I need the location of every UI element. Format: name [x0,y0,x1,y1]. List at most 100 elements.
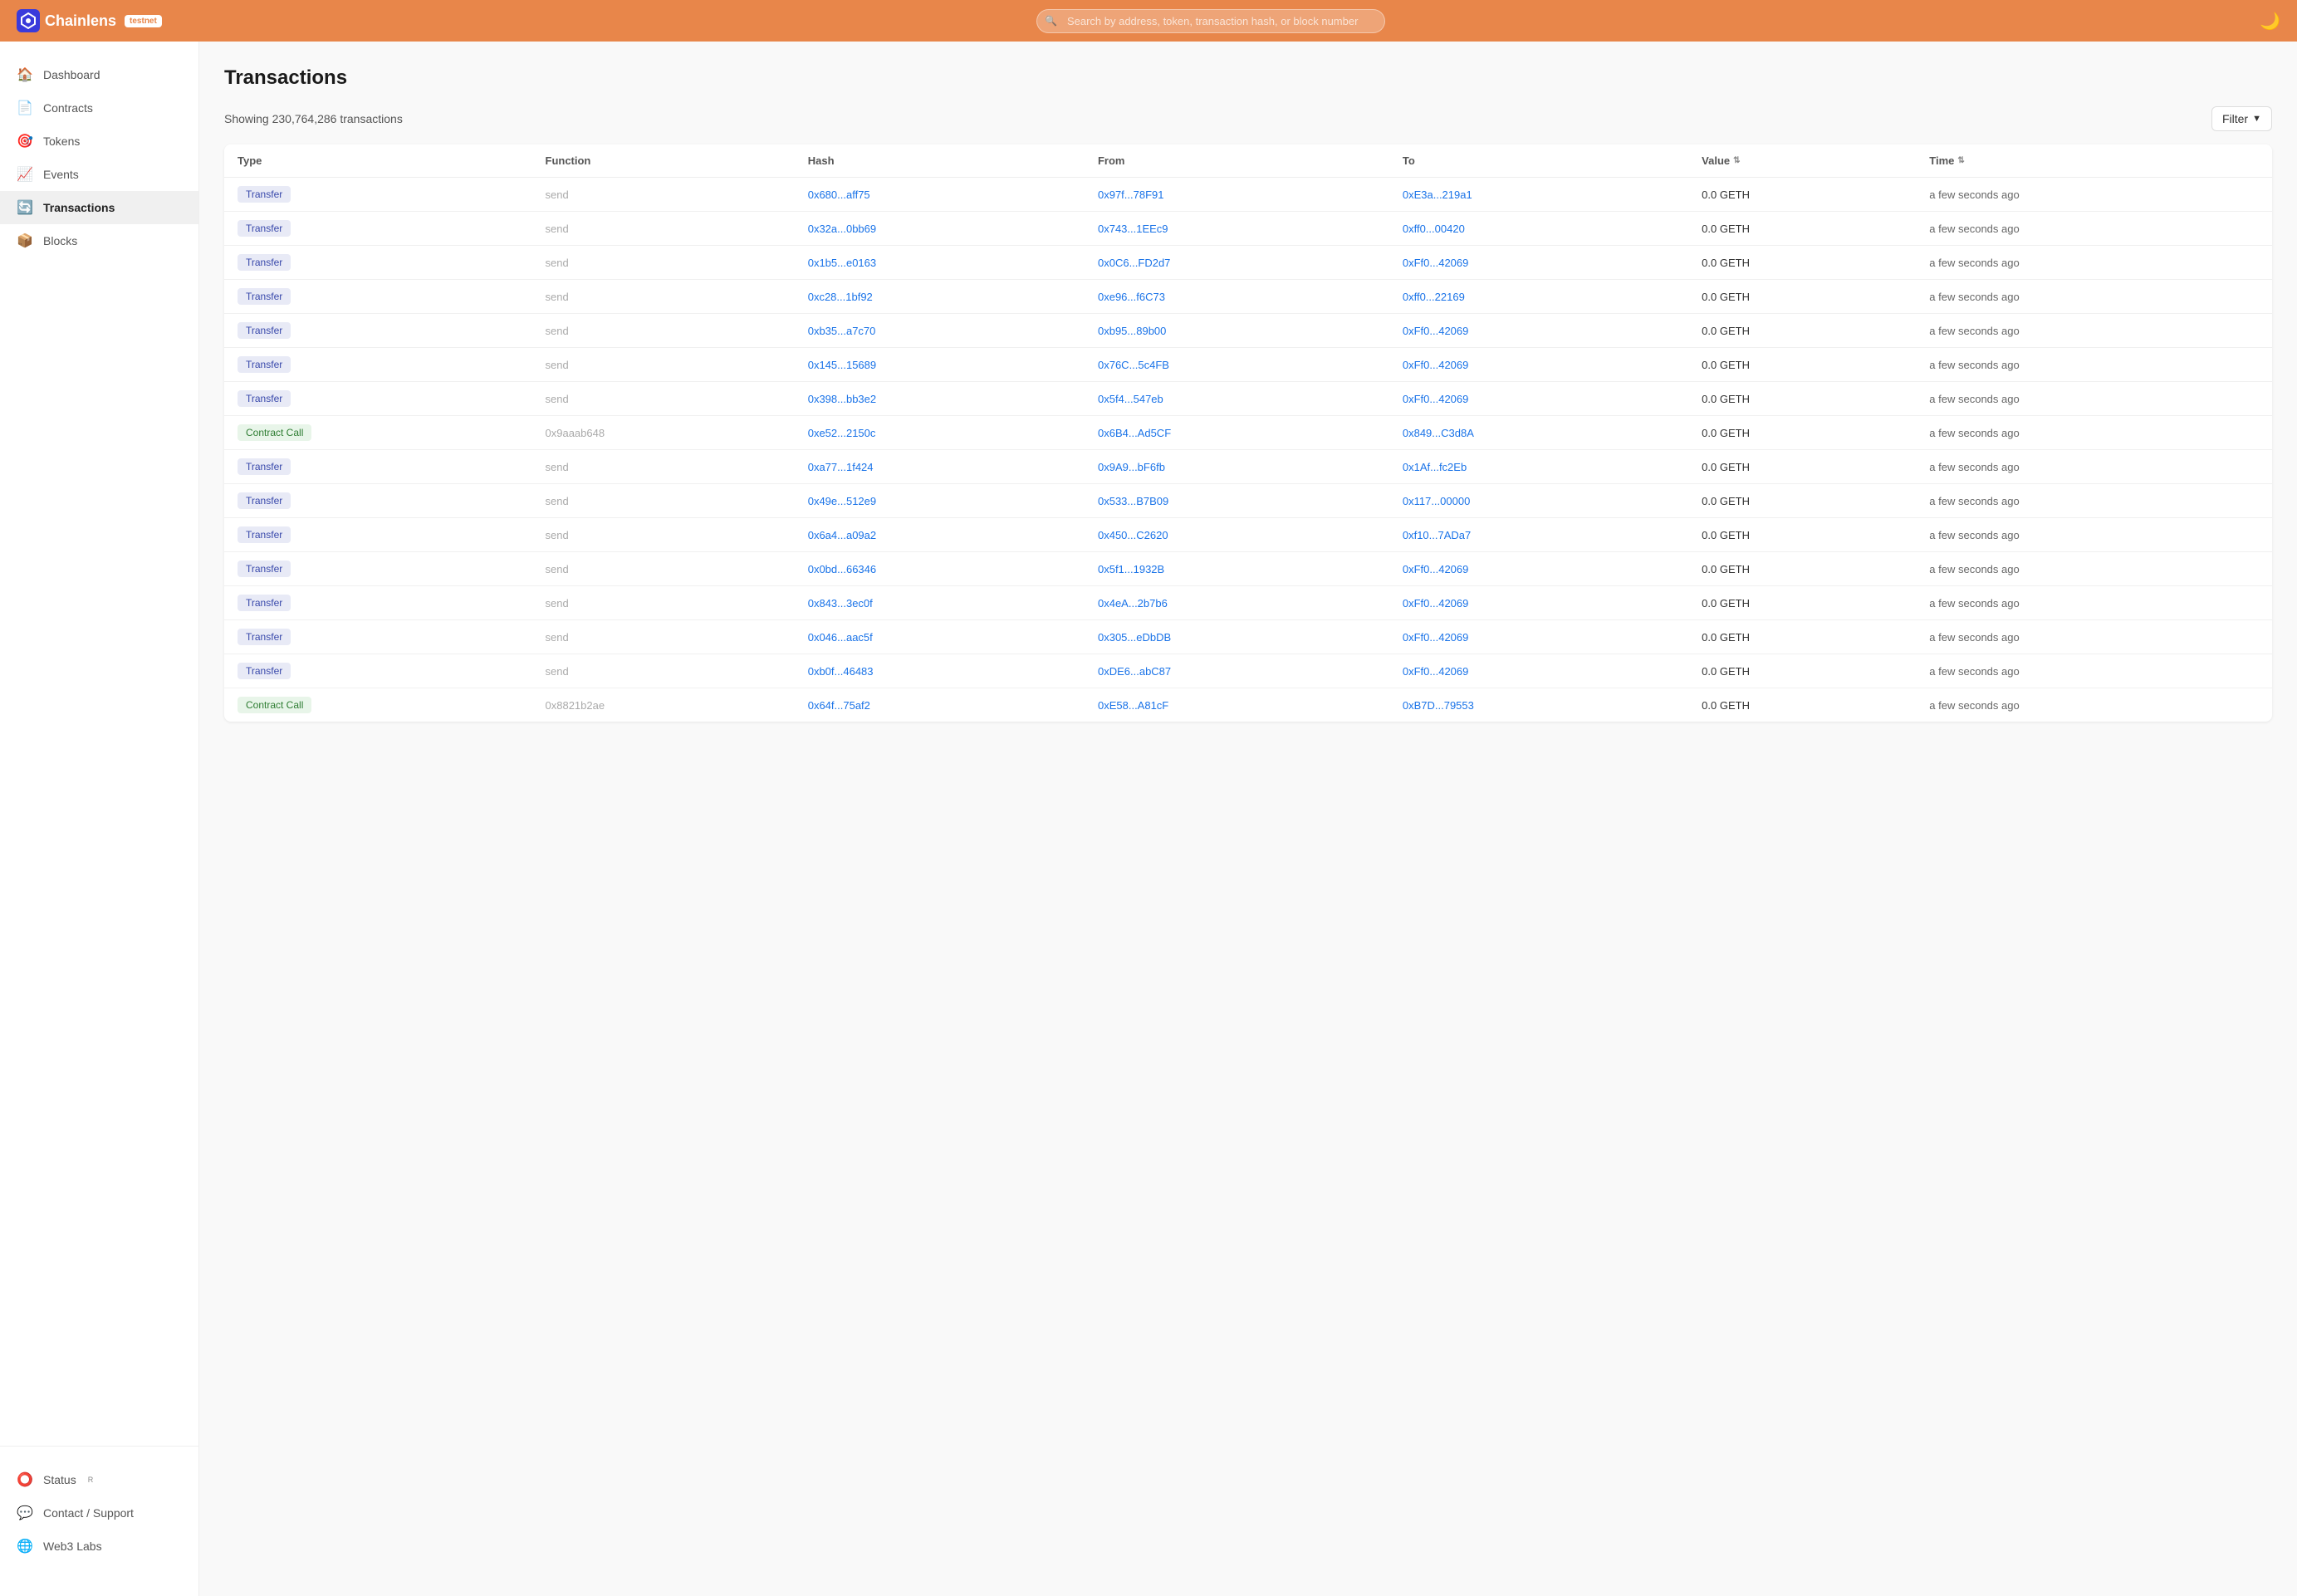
to-link[interactable]: 0xFf0...42069 [1403,665,1469,678]
hash-cell[interactable]: 0x32a...0bb69 [795,212,1085,246]
hash-cell[interactable]: 0x49e...512e9 [795,484,1085,518]
hash-link[interactable]: 0x680...aff75 [808,188,870,201]
hash-link[interactable]: 0x843...3ec0f [808,597,873,610]
moon-icon[interactable]: 🌙 [2260,11,2280,32]
from-cell[interactable]: 0xE58...A81cF [1085,688,1389,722]
from-link[interactable]: 0x743...1EEc9 [1098,223,1168,235]
from-link[interactable]: 0x76C...5c4FB [1098,359,1169,371]
logo[interactable]: Chainlens [17,9,116,32]
hash-cell[interactable]: 0xe52...2150c [795,416,1085,450]
to-link[interactable]: 0xE3a...219a1 [1403,188,1472,201]
hash-link[interactable]: 0xe52...2150c [808,427,876,439]
to-cell[interactable]: 0xFf0...42069 [1389,314,1688,348]
from-link[interactable]: 0x5f1...1932B [1098,563,1164,575]
to-link[interactable]: 0xB7D...79553 [1403,699,1474,712]
from-link[interactable]: 0x533...B7B09 [1098,495,1168,507]
hash-link[interactable]: 0x145...15689 [808,359,876,371]
from-cell[interactable]: 0x97f...78F91 [1085,178,1389,212]
sidebar-item-web3labs[interactable]: 🌐 Web3 Labs [0,1530,198,1563]
from-cell[interactable]: 0x6B4...Ad5CF [1085,416,1389,450]
from-cell[interactable]: 0x743...1EEc9 [1085,212,1389,246]
sidebar-item-tokens[interactable]: 🎯 Tokens [0,125,198,158]
from-cell[interactable]: 0x0C6...FD2d7 [1085,246,1389,280]
to-link[interactable]: 0xFf0...42069 [1403,325,1469,337]
hash-cell[interactable]: 0xc28...1bf92 [795,280,1085,314]
hash-cell[interactable]: 0x843...3ec0f [795,586,1085,620]
from-link[interactable]: 0x305...eDbDB [1098,631,1171,644]
hash-cell[interactable]: 0xb0f...46483 [795,654,1085,688]
from-link[interactable]: 0x97f...78F91 [1098,188,1164,201]
from-cell[interactable]: 0x450...C2620 [1085,518,1389,552]
hash-link[interactable]: 0x046...aac5f [808,631,873,644]
hash-cell[interactable]: 0x1b5...e0163 [795,246,1085,280]
to-cell[interactable]: 0xf10...7ADa7 [1389,518,1688,552]
to-cell[interactable]: 0xFf0...42069 [1389,586,1688,620]
hash-link[interactable]: 0x6a4...a09a2 [808,529,876,541]
hash-link[interactable]: 0xb35...a7c70 [808,325,876,337]
to-link[interactable]: 0xFf0...42069 [1403,359,1469,371]
to-link[interactable]: 0xf10...7ADa7 [1403,529,1471,541]
hash-link[interactable]: 0x64f...75af2 [808,699,870,712]
from-link[interactable]: 0xe96...f6C73 [1098,291,1165,303]
from-cell[interactable]: 0xe96...f6C73 [1085,280,1389,314]
sidebar-item-blocks[interactable]: 📦 Blocks [0,224,198,257]
from-link[interactable]: 0x4eA...2b7b6 [1098,597,1168,610]
to-cell[interactable]: 0xFf0...42069 [1389,382,1688,416]
to-link[interactable]: 0xFf0...42069 [1403,257,1469,269]
sidebar-item-contact[interactable]: 💬 Contact / Support [0,1496,198,1530]
to-cell[interactable]: 0xFf0...42069 [1389,654,1688,688]
to-link[interactable]: 0xFf0...42069 [1403,563,1469,575]
hash-cell[interactable]: 0xb35...a7c70 [795,314,1085,348]
sidebar-item-contracts[interactable]: 📄 Contracts [0,91,198,125]
from-cell[interactable]: 0xDE6...abC87 [1085,654,1389,688]
to-cell[interactable]: 0xFf0...42069 [1389,552,1688,586]
hash-cell[interactable]: 0x6a4...a09a2 [795,518,1085,552]
from-cell[interactable]: 0x76C...5c4FB [1085,348,1389,382]
to-link[interactable]: 0x117...00000 [1403,495,1470,507]
hash-link[interactable]: 0x0bd...66346 [808,563,876,575]
to-cell[interactable]: 0xFf0...42069 [1389,246,1688,280]
to-cell[interactable]: 0x849...C3d8A [1389,416,1688,450]
to-link[interactable]: 0xff0...00420 [1403,223,1465,235]
sidebar-item-status[interactable]: ⭕ Status R [0,1463,198,1496]
from-cell[interactable]: 0x4eA...2b7b6 [1085,586,1389,620]
to-cell[interactable]: 0xE3a...219a1 [1389,178,1688,212]
search-input[interactable] [1036,9,1385,33]
hash-link[interactable]: 0x398...bb3e2 [808,393,876,405]
to-cell[interactable]: 0xFf0...42069 [1389,620,1688,654]
from-link[interactable]: 0x450...C2620 [1098,529,1168,541]
hash-link[interactable]: 0x1b5...e0163 [808,257,876,269]
hash-link[interactable]: 0x49e...512e9 [808,495,876,507]
from-cell[interactable]: 0xb95...89b00 [1085,314,1389,348]
from-link[interactable]: 0x0C6...FD2d7 [1098,257,1170,269]
hash-link[interactable]: 0x32a...0bb69 [808,223,876,235]
col-value[interactable]: Value ⇅ [1688,144,1916,178]
to-link[interactable]: 0xFf0...42069 [1403,393,1469,405]
from-cell[interactable]: 0x533...B7B09 [1085,484,1389,518]
hash-cell[interactable]: 0x046...aac5f [795,620,1085,654]
hash-cell[interactable]: 0x398...bb3e2 [795,382,1085,416]
to-cell[interactable]: 0xff0...22169 [1389,280,1688,314]
sidebar-item-events[interactable]: 📈 Events [0,158,198,191]
to-cell[interactable]: 0xff0...00420 [1389,212,1688,246]
hash-cell[interactable]: 0x64f...75af2 [795,688,1085,722]
from-cell[interactable]: 0x305...eDbDB [1085,620,1389,654]
from-link[interactable]: 0x9A9...bF6fb [1098,461,1165,473]
hash-cell[interactable]: 0x145...15689 [795,348,1085,382]
from-link[interactable]: 0xDE6...abC87 [1098,665,1171,678]
from-cell[interactable]: 0x9A9...bF6fb [1085,450,1389,484]
from-link[interactable]: 0x5f4...547eb [1098,393,1163,405]
to-cell[interactable]: 0x117...00000 [1389,484,1688,518]
sidebar-item-transactions[interactable]: 🔄 Transactions [0,191,198,224]
hash-cell[interactable]: 0xa77...1f424 [795,450,1085,484]
from-link[interactable]: 0x6B4...Ad5CF [1098,427,1171,439]
to-cell[interactable]: 0x1Af...fc2Eb [1389,450,1688,484]
to-link[interactable]: 0x849...C3d8A [1403,427,1474,439]
from-cell[interactable]: 0x5f1...1932B [1085,552,1389,586]
to-cell[interactable]: 0xB7D...79553 [1389,688,1688,722]
to-link[interactable]: 0x1Af...fc2Eb [1403,461,1467,473]
hash-link[interactable]: 0xa77...1f424 [808,461,874,473]
to-link[interactable]: 0xFf0...42069 [1403,631,1469,644]
hash-link[interactable]: 0xc28...1bf92 [808,291,873,303]
to-link[interactable]: 0xff0...22169 [1403,291,1465,303]
